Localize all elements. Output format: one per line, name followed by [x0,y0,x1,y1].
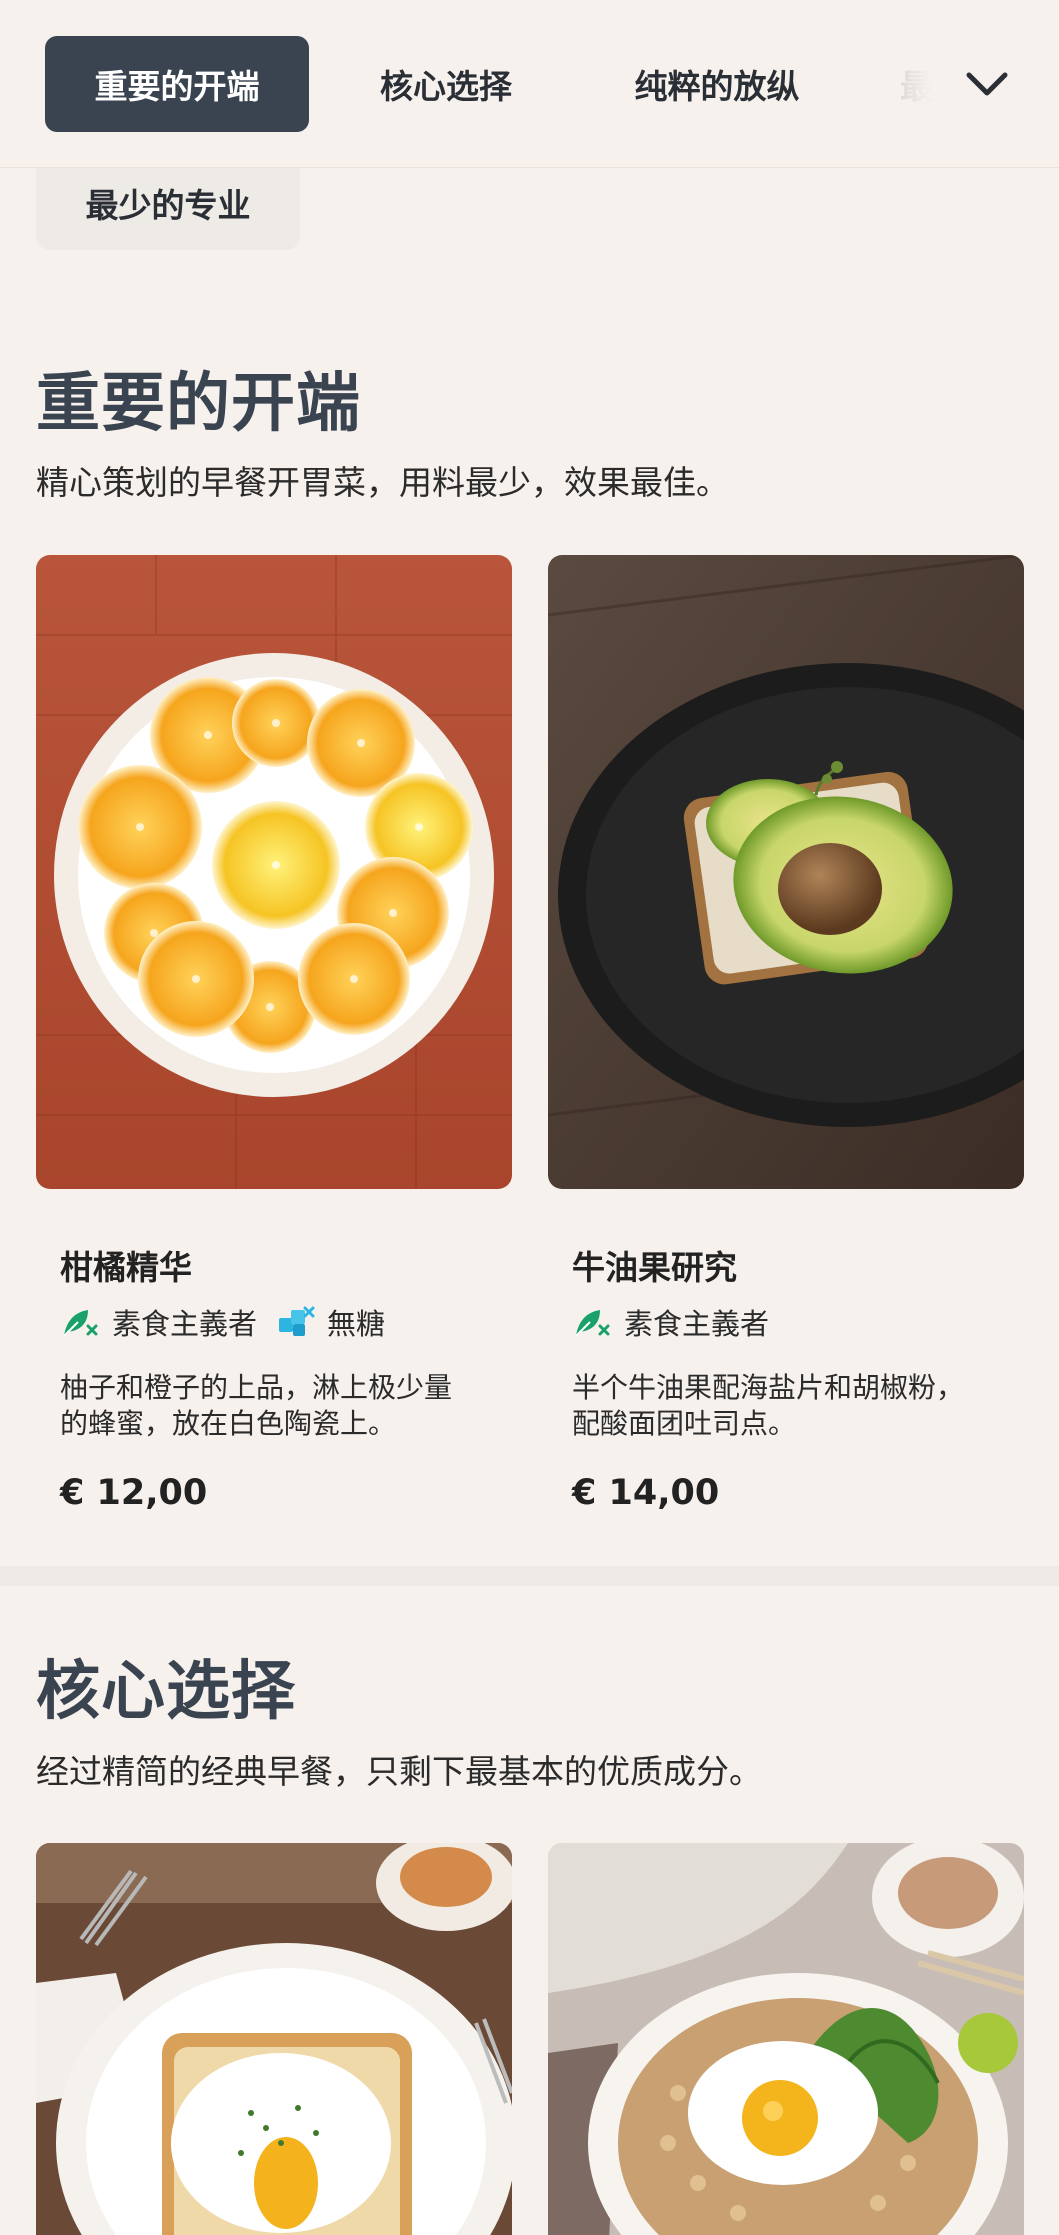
item-name: 牛油果研究 [572,1248,737,1287]
category-nav: 重要的开端 核心选择 纯粹的放纵 最 [0,0,1059,168]
description-line: 的蜂蜜，放在白色陶瓷上。 [60,1407,397,1440]
tag-sugar-free: 無糖 [275,1301,385,1343]
egg-bowl-image [548,1843,1024,2235]
section-title: 重要的开端 [36,367,361,441]
tab-core-choice[interactable]: 核心选择 [356,36,536,132]
tag-label: 素食主義者 [624,1307,770,1341]
egg-toast-image [36,1843,512,2235]
item-description: 柚子和橙子的上品，淋上极少量 的蜂蜜，放在白色陶瓷上。 [60,1370,500,1442]
citrus-plate-image [36,555,512,1189]
tag-vegan: 素食主義者 [572,1301,769,1343]
menu-item-card[interactable]: 柑橘精华 素食主義者 無糖 柚子和橙子的上品，淋上极少量 的蜂蜜，放在白色陶瓷上… [36,555,512,1513]
item-description: 半个牛油果配海盐片和胡椒粉， 配酸面团吐司点。 [572,1370,1012,1442]
avocado-toast-image [548,555,1024,1189]
tab-important-start[interactable]: 重要的开端 [45,36,309,132]
sugar-free-icon [279,1306,315,1336]
menu-page: 重要的开端 核心选择 纯粹的放纵 最 最少的专业 重要的开端 精心策划的早餐开胃… [0,0,1059,2235]
section-subtitle: 经过精简的经典早餐，只剩下最基本的优质成分。 [36,1752,762,1791]
tag-label: 無糖 [327,1307,386,1341]
item-name: 柑橘精华 [60,1248,192,1287]
section-title: 核心选择 [36,1655,296,1729]
section-divider [0,1566,1059,1586]
description-line: 配酸面团吐司点。 [572,1407,797,1440]
description-line: 半个牛油果配海盐片和胡椒粉， [572,1371,965,1404]
tag-label: 素食主義者 [112,1307,258,1341]
chevron-down-icon[interactable] [962,60,1012,110]
menu-item-card[interactable] [548,1843,1024,2235]
menu-item-card[interactable]: 牛油果研究 素食主義者 半个牛油果配海盐片和胡椒粉， 配酸面团吐司点。 € 14… [548,555,1024,1513]
leaf-icon [575,1310,610,1337]
tab-pure-indulgence[interactable]: 纯粹的放纵 [606,36,828,132]
item-price: € 14,00 [572,1473,720,1513]
menu-item-card[interactable] [36,1843,512,2235]
item-tags: 素食主義者 [572,1301,787,1343]
tag-vegan: 素食主義者 [60,1301,257,1343]
leaf-icon [63,1310,98,1337]
item-tags: 素食主義者 無糖 [60,1301,403,1343]
item-price: € 12,00 [60,1473,208,1513]
section-subtitle: 精心策划的早餐开胃菜，用料最少，效果最佳。 [36,463,729,502]
description-line: 柚子和橙子的上品，淋上极少量 [60,1371,453,1404]
